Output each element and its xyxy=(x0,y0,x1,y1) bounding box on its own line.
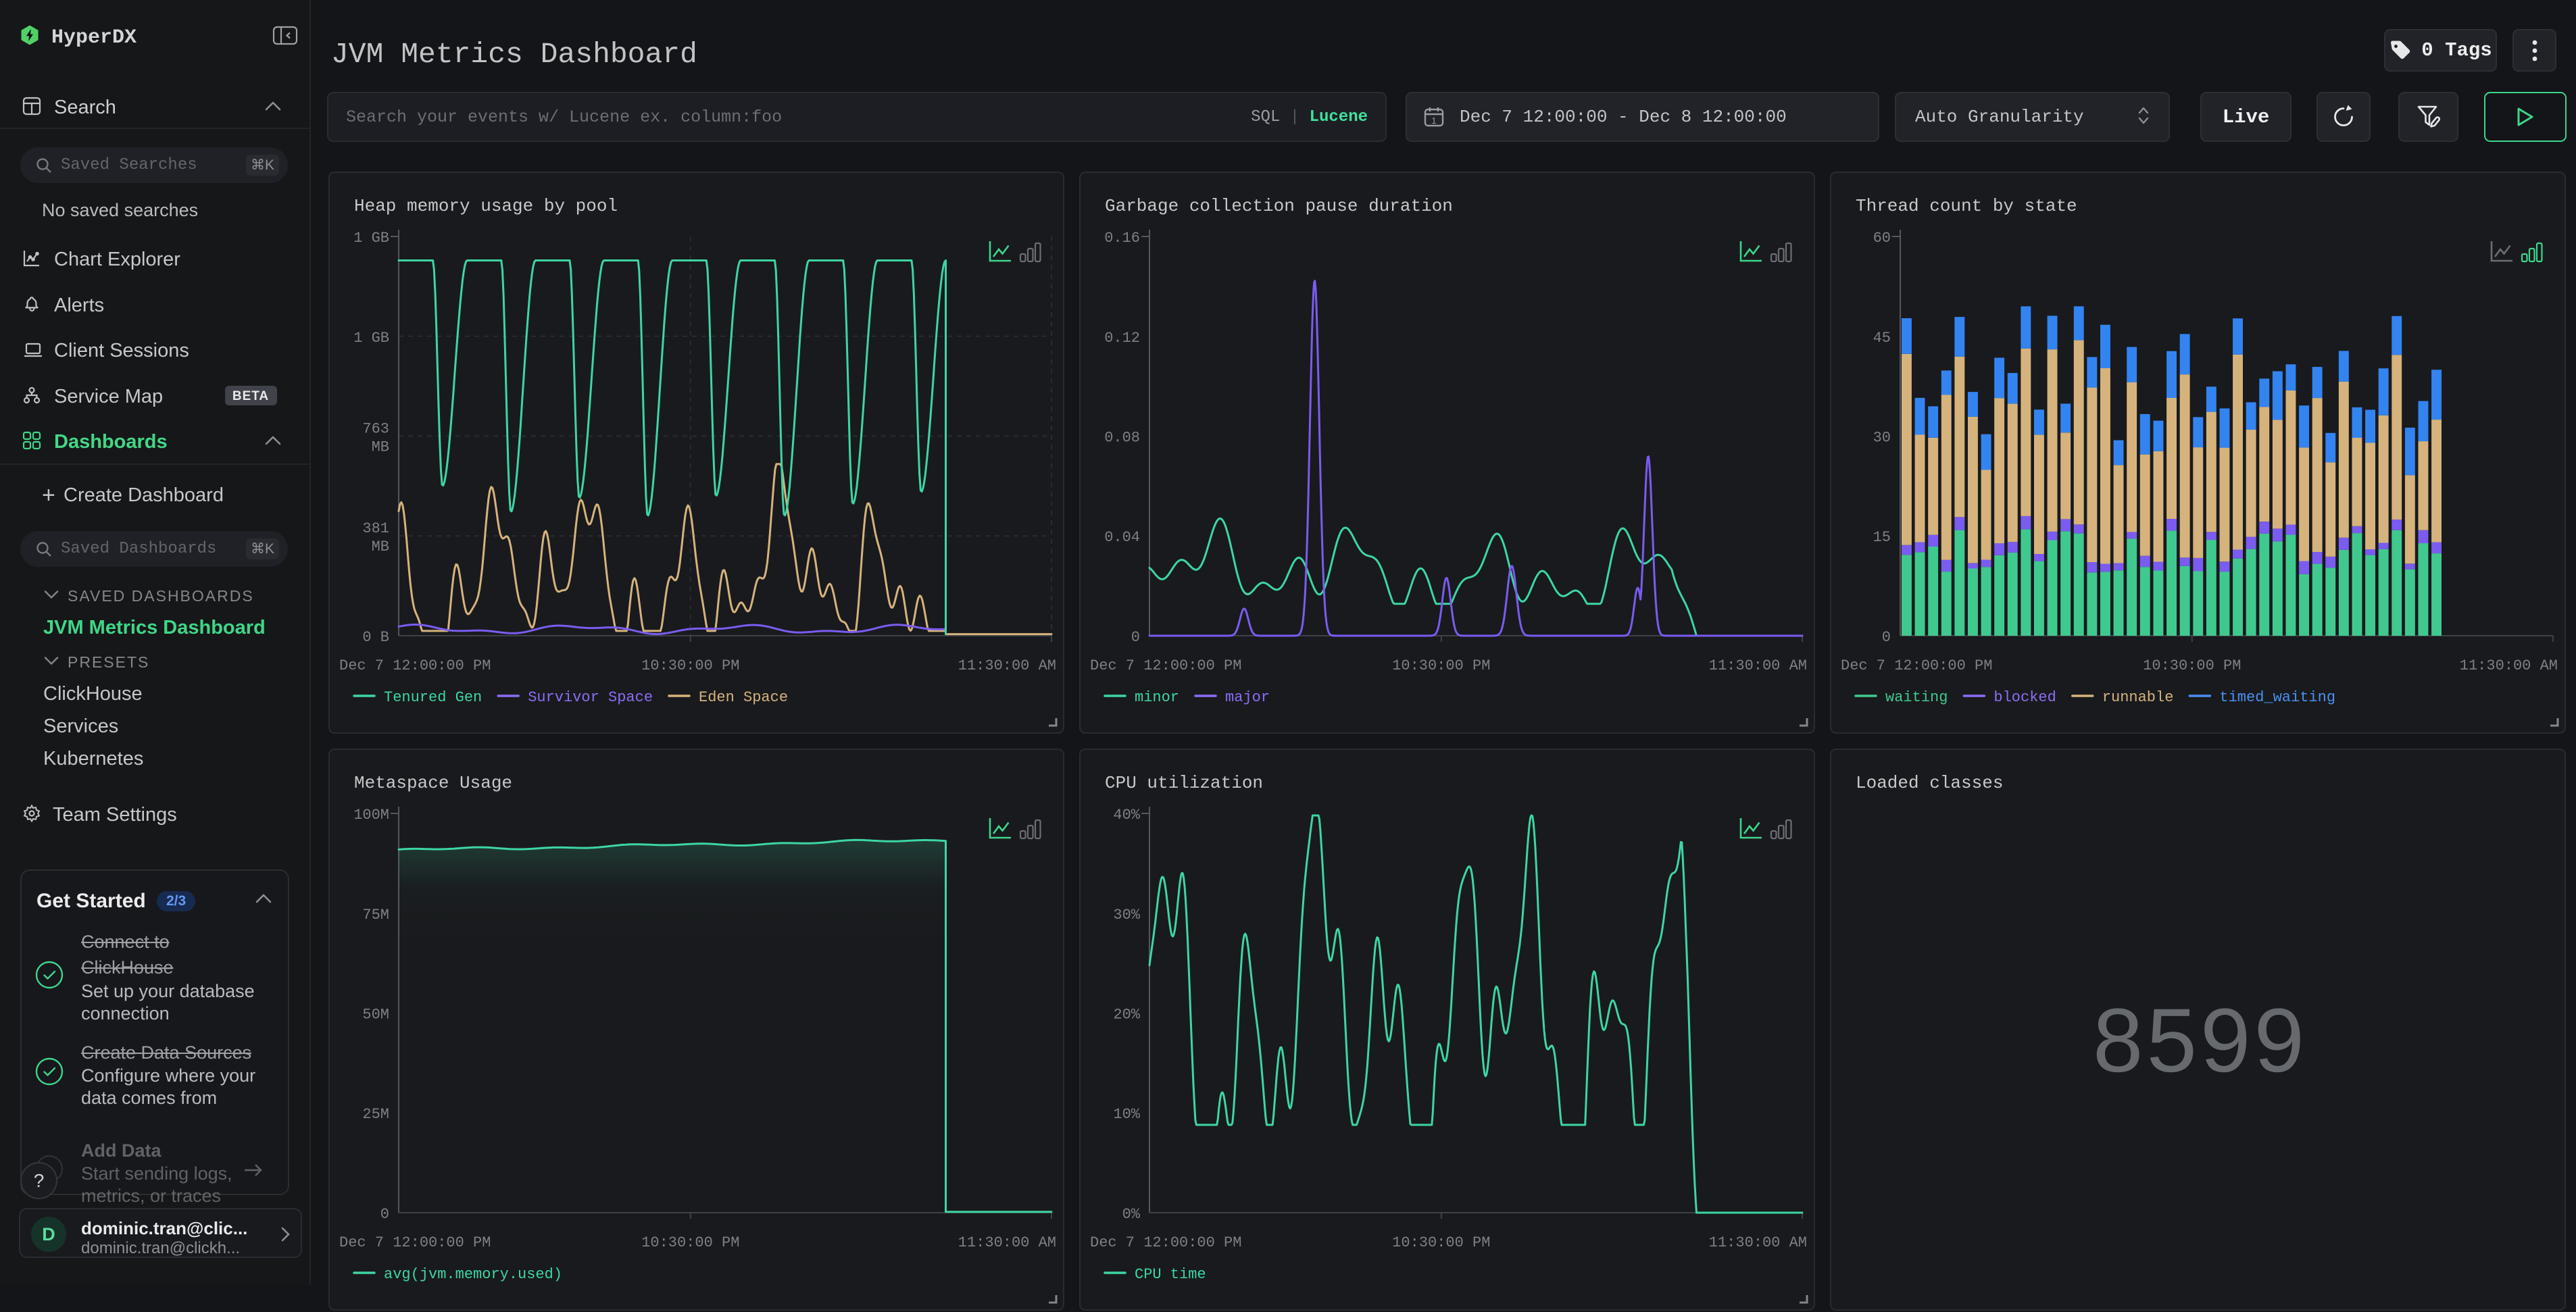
svg-text:HyperDX: HyperDX xyxy=(51,26,137,49)
svg-text:BETA: BETA xyxy=(232,389,269,403)
svg-text:runnable: runnable xyxy=(2102,689,2174,706)
svg-text:Dec 7 12:00:00 PM: Dec 7 12:00:00 PM xyxy=(339,657,491,674)
svg-text:10:30:00 PM: 10:30:00 PM xyxy=(1392,1234,1490,1251)
svg-text:Eden Space: Eden Space xyxy=(699,689,788,706)
svg-text:50M: 50M xyxy=(362,1007,389,1024)
svg-text:Team Settings: Team Settings xyxy=(53,804,177,826)
svg-text:1 GB: 1 GB xyxy=(353,330,389,347)
svg-text:Chart Explorer: Chart Explorer xyxy=(54,249,180,270)
svg-text:CPU time: CPU time xyxy=(1135,1266,1206,1283)
svg-text:11:30:00 AM: 11:30:00 AM xyxy=(958,657,1056,674)
svg-text:Loaded classes: Loaded classes xyxy=(1856,773,2003,793)
svg-text:Kubernetes: Kubernetes xyxy=(43,748,143,769)
svg-text:minor: minor xyxy=(1135,689,1179,706)
svg-text:major: major xyxy=(1225,689,1270,706)
svg-text:avg(jvm.memory.used): avg(jvm.memory.used) xyxy=(384,1266,562,1283)
svg-text:15: 15 xyxy=(1873,529,1891,546)
svg-text:Create Dashboard: Create Dashboard xyxy=(64,484,224,506)
svg-text:Search: Search xyxy=(54,97,116,118)
svg-text:waiting: waiting xyxy=(1885,689,1948,706)
svg-text:Garbage collection pause durat: Garbage collection pause duration xyxy=(1105,196,1453,216)
svg-text:Client Sessions: Client Sessions xyxy=(54,340,189,361)
svg-text:Thread count by state: Thread count by state xyxy=(1856,196,2077,216)
svg-text:763: 763 xyxy=(362,421,389,438)
svg-text:11:30:00 AM: 11:30:00 AM xyxy=(1709,657,1807,674)
svg-text:+: + xyxy=(42,482,55,508)
svg-text:Services: Services xyxy=(43,715,118,737)
svg-text:MB: MB xyxy=(372,538,389,555)
svg-text:Dashboards: Dashboards xyxy=(54,431,168,453)
svg-text:MB: MB xyxy=(372,439,389,456)
svg-text:0%: 0% xyxy=(1122,1206,1141,1223)
svg-text:CPU utilization: CPU utilization xyxy=(1105,773,1263,793)
svg-text:10%: 10% xyxy=(1113,1106,1140,1123)
svg-text:ClickHouse: ClickHouse xyxy=(43,683,143,705)
svg-text:Service Map: Service Map xyxy=(54,386,163,407)
svg-text:No saved searches: No saved searches xyxy=(42,200,198,220)
svg-text:10:30:00 PM: 10:30:00 PM xyxy=(641,1234,739,1251)
svg-text:0: 0 xyxy=(1131,629,1140,646)
svg-text:1: 1 xyxy=(1431,116,1436,126)
svg-text:60: 60 xyxy=(1873,230,1891,247)
svg-text:40%: 40% xyxy=(1113,807,1140,824)
svg-text:10:30:00 PM: 10:30:00 PM xyxy=(1392,657,1490,674)
svg-text:Dec 7 12:00:00 PM: Dec 7 12:00:00 PM xyxy=(1841,657,1992,674)
svg-text:SAVED DASHBOARDS: SAVED DASHBOARDS xyxy=(68,587,254,605)
svg-text:30%: 30% xyxy=(1113,907,1140,924)
svg-text:Metaspace Usage: Metaspace Usage xyxy=(354,773,512,793)
svg-text:blocked: blocked xyxy=(1993,689,2056,706)
svg-text:0: 0 xyxy=(380,1206,389,1223)
svg-text:8599: 8599 xyxy=(2093,990,2308,1091)
svg-text:45: 45 xyxy=(1873,330,1891,347)
svg-text:Heap memory usage by pool: Heap memory usage by pool xyxy=(354,196,618,216)
svg-text:Alerts: Alerts xyxy=(54,295,104,316)
svg-text:Dec 7 12:00:00 PM: Dec 7 12:00:00 PM xyxy=(339,1234,491,1251)
svg-text:0.04: 0.04 xyxy=(1104,529,1140,546)
svg-text:11:30:00 AM: 11:30:00 AM xyxy=(1709,1234,1807,1251)
svg-text:0 B: 0 B xyxy=(362,629,389,646)
svg-text:0.12: 0.12 xyxy=(1104,330,1140,347)
svg-text:0: 0 xyxy=(1882,629,1891,646)
svg-text:100M: 100M xyxy=(353,807,389,824)
svg-text:10:30:00 PM: 10:30:00 PM xyxy=(2143,657,2241,674)
svg-text:20%: 20% xyxy=(1113,1007,1140,1024)
svg-text:30: 30 xyxy=(1873,430,1891,447)
svg-text:11:30:00 AM: 11:30:00 AM xyxy=(958,1234,1056,1251)
svg-text:JVM Metrics Dashboard: JVM Metrics Dashboard xyxy=(43,617,266,638)
svg-text:PRESETS: PRESETS xyxy=(68,653,149,671)
svg-text:Dec 7 12:00:00 PM: Dec 7 12:00:00 PM xyxy=(1090,1234,1241,1251)
svg-text:75M: 75M xyxy=(362,907,389,924)
svg-text:25M: 25M xyxy=(362,1106,389,1123)
svg-text:Survivor Space: Survivor Space xyxy=(528,689,653,706)
svg-text:timed_waiting: timed_waiting xyxy=(2219,689,2335,706)
svg-text:10:30:00 PM: 10:30:00 PM xyxy=(641,657,739,674)
svg-text:0.08: 0.08 xyxy=(1104,430,1140,447)
svg-text:381: 381 xyxy=(362,520,389,537)
svg-text:Tenured Gen: Tenured Gen xyxy=(384,689,482,706)
svg-text:11:30:00 AM: 11:30:00 AM xyxy=(2460,657,2558,674)
svg-text:1 GB: 1 GB xyxy=(353,230,389,247)
svg-text:0.16: 0.16 xyxy=(1104,230,1140,247)
svg-text:Dec 7 12:00:00 PM: Dec 7 12:00:00 PM xyxy=(1090,657,1241,674)
